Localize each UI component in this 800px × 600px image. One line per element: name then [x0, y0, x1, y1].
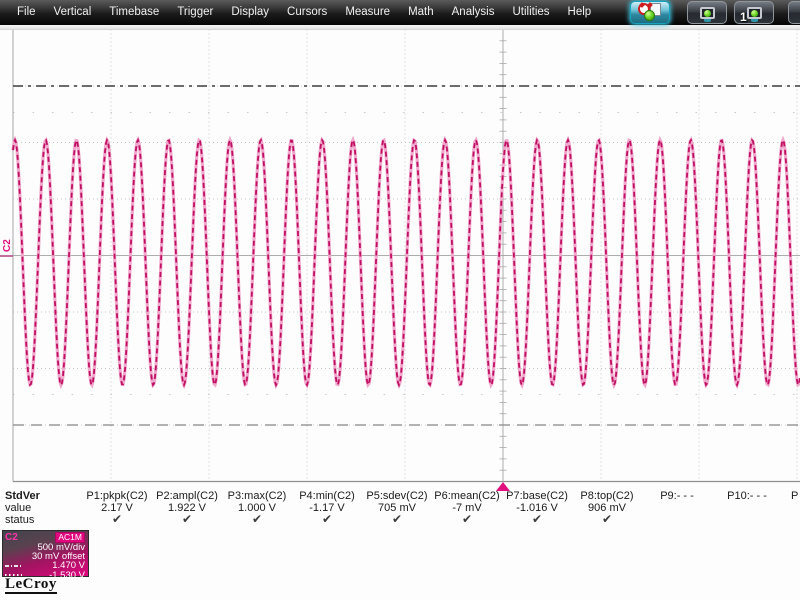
menu-cursors[interactable]: Cursors [278, 0, 336, 25]
menu-timebase[interactable]: Timebase [100, 0, 168, 25]
row-label: value [5, 502, 32, 514]
measure-param-label[interactable]: P8:top(C2) [572, 490, 642, 502]
measure-param-label[interactable]: P5:sdev(C2) [362, 490, 432, 502]
measure-param-label[interactable]: P7:base(C2) [502, 490, 572, 502]
toolbar-button-timer[interactable] [630, 1, 670, 24]
table-row-param: StdVer P1:pkpk(C2) P2:ampl(C2) P3:max(C2) P4… [0, 490, 800, 502]
channel-name-label: C2 [5, 531, 18, 543]
menu-math[interactable]: Math [399, 0, 443, 25]
monitor-icon [699, 6, 715, 22]
button-count-label: 1 [740, 10, 747, 24]
clipped-column-label: P [791, 490, 799, 502]
lecroy-scope-app: File Vertical Timebase Trigger Display Cursor… [0, 0, 800, 600]
waveform-trace [11, 135, 800, 390]
menu-display[interactable]: Display [222, 0, 278, 25]
measure-param-label[interactable]: P4:min(C2) [292, 490, 362, 502]
measure-status-check: ✔ [391, 512, 403, 526]
menu-analysis[interactable]: Analysis [443, 0, 504, 25]
measure-param-label[interactable]: P1:pkpk(C2) [82, 490, 152, 502]
measure-param-label[interactable]: P9:- - - [642, 490, 712, 502]
toolbar-button-display-1[interactable]: 1 [734, 1, 774, 24]
waveform-display[interactable]: C2 [0, 0, 800, 494]
alarm-clock-icon [638, 2, 662, 22]
menu-trigger[interactable]: Trigger [168, 0, 222, 25]
toolbar-button-display[interactable] [687, 1, 727, 24]
measure-status-check: ✔ [181, 512, 193, 526]
measure-status-check: ✔ [531, 512, 543, 526]
table-row-status: status ✔ ✔ ✔ ✔ ✔ ✔ ✔ ✔ [0, 512, 800, 526]
measure-status-check: ✔ [461, 512, 473, 526]
menu-file[interactable]: File [8, 0, 45, 25]
lecroy-logo: LeCroy [5, 576, 57, 594]
measure-status-check: ✔ [111, 512, 123, 526]
menu-measure[interactable]: Measure [336, 0, 399, 25]
monitor-icon [746, 6, 762, 22]
channel-c2-plot-label[interactable]: C2 [2, 239, 13, 252]
dashdot-line-icon [5, 565, 22, 567]
measure-status-check: ✔ [321, 512, 333, 526]
measure-status-check: ✔ [601, 512, 613, 526]
row-label: StdVer [5, 490, 40, 502]
toolbar-strip [0, 25, 800, 30]
menu-vertical[interactable]: Vertical [45, 0, 101, 25]
measure-status-check: ✔ [251, 512, 263, 526]
measurement-table: StdVer P1:pkpk(C2) P2:ampl(C2) P3:max(C2) P4… [0, 490, 800, 526]
toolbar-button-clipped[interactable] [788, 1, 800, 24]
menu-utilities[interactable]: Utilities [503, 0, 558, 25]
menu-bar: File Vertical Timebase Trigger Display Cursor… [0, 0, 800, 25]
channel-descriptor-c2[interactable]: C2 AC1M 500 mV/div 30 mV offset 1.470 V … [2, 530, 89, 580]
measure-param-label[interactable]: P10:- - - [712, 490, 782, 502]
measure-param-label[interactable]: P6:mean(C2) [432, 490, 502, 502]
menu-help[interactable]: Help [559, 0, 601, 25]
row-label: status [5, 514, 35, 526]
measure-param-label[interactable]: P2:ampl(C2) [152, 490, 222, 502]
measure-param-label[interactable]: P3:max(C2) [222, 490, 292, 502]
